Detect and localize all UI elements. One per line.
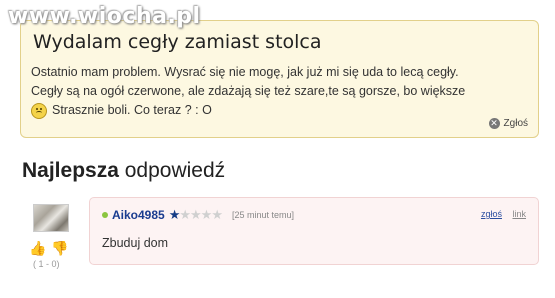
report-answer-link[interactable]: zgłoś [481, 209, 502, 219]
star-empty-icon: ★ [200, 207, 213, 222]
confused-smiley-icon [31, 102, 47, 119]
answer-text: Zbuduj dom [102, 236, 169, 250]
question-line: Cegły są na ogół czerwone, ale zdażają s… [31, 84, 466, 98]
question-box: Wydalam cegły zamiast stolca Ostatnio ma… [20, 20, 539, 138]
report-question-button[interactable]: ✕ Zgłoś [488, 118, 528, 129]
heading-bold: Najlepsza [22, 159, 119, 182]
answer-header: Aiko4985 ★★★★★ [25 minut temu] [102, 207, 294, 223]
avatar[interactable] [33, 204, 69, 232]
best-answer-heading: Najlepsza odpowiedź [22, 159, 225, 183]
question-title: Wydalam cegły zamiast stolca [33, 31, 322, 53]
star-empty-icon: ★ [211, 207, 223, 222]
answer-actions: zgłoś link [473, 209, 526, 219]
answer-timestamp: [25 minut temu] [231, 210, 295, 220]
online-status-icon [102, 212, 108, 218]
question-body: Ostatnio mam problem. Wysrać się nie mog… [31, 63, 528, 120]
rating-stars: ★★★★★ [168, 207, 223, 223]
username-link[interactable]: Aiko4985 [112, 208, 165, 222]
star-filled-icon: ★ [168, 207, 181, 222]
thumbs-up-icon[interactable]: 👍 [29, 240, 46, 256]
star-empty-icon: ★ [179, 207, 191, 222]
permalink[interactable]: link [512, 209, 526, 219]
vote-count: ( 1 - 0) [33, 259, 60, 269]
thumbs-down-icon[interactable]: 👎 [51, 240, 68, 256]
question-line-text: Strasznie boli. Co teraz ? : O [52, 103, 212, 117]
report-label: Zgłoś [503, 118, 528, 129]
heading-rest: odpowiedź [118, 159, 226, 182]
answer-box: Aiko4985 ★★★★★ [25 minut temu] zgłoś lin… [89, 197, 539, 265]
question-line: Ostatnio mam problem. Wysrać się nie mog… [31, 65, 459, 79]
close-icon: ✕ [488, 118, 500, 129]
site-watermark: www.wiocha.pl [8, 4, 201, 29]
question-line: Strasznie boli. Co teraz ? : O [31, 101, 528, 120]
star-empty-icon: ★ [190, 207, 202, 222]
